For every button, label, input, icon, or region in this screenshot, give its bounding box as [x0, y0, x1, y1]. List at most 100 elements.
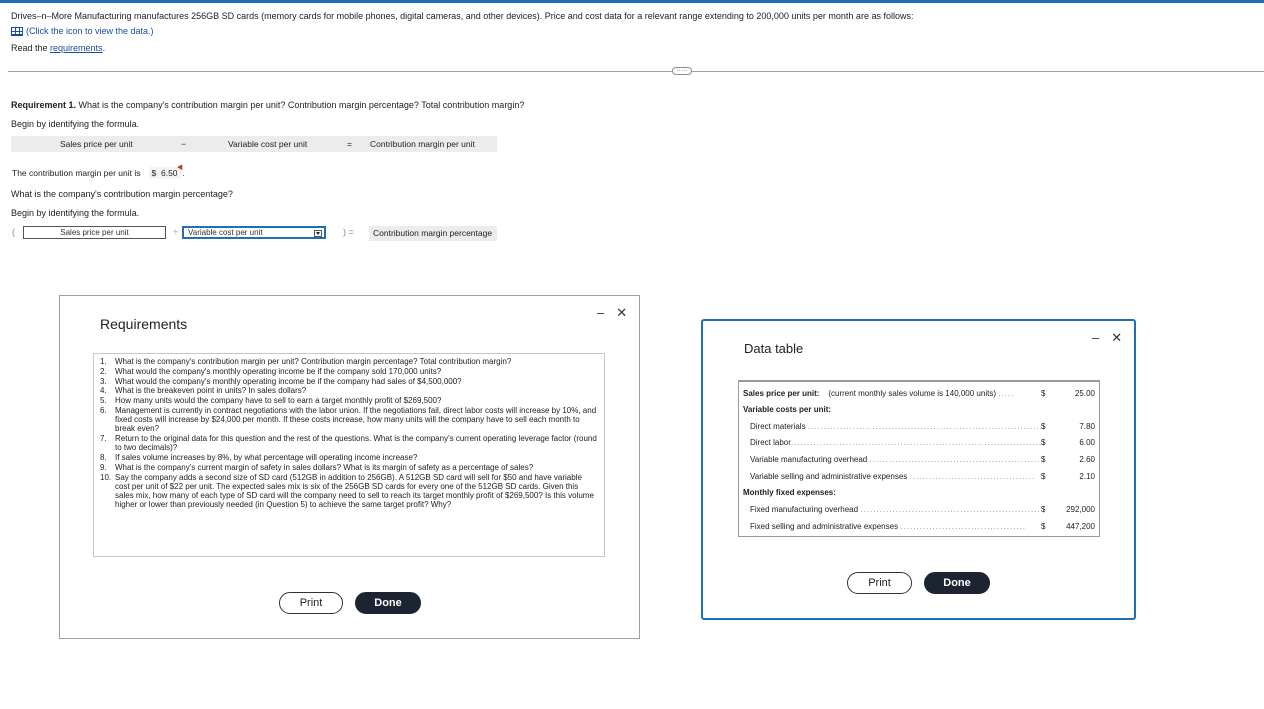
row-currency: $ [1041, 438, 1046, 447]
row-value: 447,200 [1066, 522, 1095, 531]
formula-1-term1: Sales price per unit [60, 139, 133, 149]
data-table-dialog: Data table – ✕ Sales price per unit: (cu… [701, 319, 1136, 620]
direct-labor-label: Direct labor [750, 438, 791, 447]
data-link[interactable]: (Click the icon to view the data.) [11, 26, 154, 36]
item-number: 2. [100, 366, 107, 376]
formula-2: ( Sales price per unit ÷ Variable cost p… [8, 226, 497, 241]
table-row: Variable costs per unit: [743, 404, 1095, 416]
table-row: Fixed manufacturing overhead ...........… [743, 504, 1095, 516]
table-row: Variable manufacturing overhead ........… [743, 454, 1095, 466]
table-row: Variable selling and administrative expe… [743, 471, 1095, 483]
data-done-button[interactable]: Done [924, 572, 990, 594]
item-text: Management is currently in contract nego… [115, 405, 597, 434]
row-label: Direct labor............................… [750, 438, 1041, 447]
table-row: Fixed selling and administrative expense… [743, 521, 1095, 533]
item-number: 10. [100, 472, 112, 482]
requirements-list: 1. What is the company's contribution mar… [100, 357, 598, 510]
row-value: 7.80 [1079, 422, 1095, 431]
sales-price-label: Sales price per unit: [743, 389, 820, 398]
item-text: What is the company's current margin of … [115, 462, 534, 472]
row-label: Variable selling and administrative expe… [750, 472, 1036, 481]
minimize-icon[interactable]: – [1092, 330, 1099, 346]
fixed-sga-label: Fixed selling and administrative expense… [750, 522, 899, 531]
list-item: 7. Return to the original data for this q… [100, 434, 598, 452]
formula-2-open-paren: ( [12, 227, 15, 237]
list-item: 4. What is the breakeven point in units? … [100, 386, 598, 395]
row-value: 25.00 [1074, 389, 1095, 398]
cm-answer-value: 6.50 [160, 168, 178, 178]
formula-1-equals: = [347, 139, 352, 149]
row-label: Variable manufacturing overhead ........… [750, 455, 1041, 464]
section-divider [8, 71, 1264, 72]
row-currency: $ [1041, 472, 1046, 481]
top-accent-bar [0, 0, 1264, 3]
requirements-list-box: 1. What is the company's contribution mar… [93, 353, 605, 557]
item-number: 3. [100, 376, 107, 386]
requirements-window-controls: – ✕ [597, 305, 627, 321]
item-number: 6. [100, 405, 107, 415]
requirements-dialog-title: Requirements [100, 316, 188, 332]
formula-2-divide: ÷ [173, 227, 178, 237]
requirements-done-button[interactable]: Done [355, 592, 421, 614]
close-icon[interactable]: ✕ [1111, 330, 1122, 346]
item-text: If sales volume increases by 8%, by what… [115, 453, 418, 463]
formula-2-result: Contribution margin percentage [369, 226, 497, 241]
requirement-1-heading: Requirement 1. What is the company's con… [11, 100, 524, 110]
table-row: Direct labor............................… [743, 437, 1095, 449]
row-label: Sales price per unit: (current monthly s… [743, 389, 1015, 398]
data-table-dialog-title: Data table [744, 341, 804, 356]
expand-button[interactable]: ····· [672, 67, 692, 75]
item-number: 5. [100, 396, 107, 406]
row-label: Fixed manufacturing overhead ...........… [750, 505, 1041, 514]
question-2-text: What is the company's contribution margi… [11, 189, 233, 199]
item-text: What would the company's monthly operati… [115, 366, 442, 376]
formula-2-term1-select[interactable]: Sales price per unit [23, 226, 166, 239]
row-value: 2.10 [1079, 472, 1095, 481]
row-currency: $ [1041, 455, 1046, 464]
data-window-controls: – ✕ [1092, 330, 1122, 346]
list-item: 2. What would the company's monthly opera… [100, 367, 598, 376]
item-number: 1. [100, 357, 107, 366]
direct-materials-label: Direct materials [750, 422, 806, 431]
table-grid-icon[interactable] [11, 26, 23, 36]
requirements-dialog: Requirements – ✕ 1. What is the company's… [59, 295, 640, 639]
cm-answer-currency: $ [151, 168, 157, 178]
formula-2-term2-select[interactable]: Variable cost per unit [182, 226, 326, 239]
item-text: What is the company's contribution margi… [115, 357, 512, 366]
begin-formula-text-1: Begin by identifying the formula. [11, 119, 140, 129]
list-item: 10. Say the company adds a second size of… [100, 473, 598, 510]
row-currency: $ [1041, 505, 1046, 514]
chevron-down-icon[interactable] [314, 230, 322, 237]
formula-1-result: Contribution margin per unit [370, 139, 475, 149]
formula-2-close-eq: ) = [343, 227, 354, 237]
row-label: Direct materials .......................… [750, 422, 1041, 431]
formula-2-term2-value: Variable cost per unit [188, 228, 263, 237]
item-text: Say the company adds a second size of SD… [115, 472, 594, 510]
item-number: 7. [100, 434, 107, 444]
cm-answer-suffix: . [182, 168, 185, 178]
cm-answer-box[interactable]: $ 6.50 [148, 162, 185, 179]
fixed-expenses-header: Monthly fixed expenses: [743, 488, 836, 497]
list-item: 1. What is the company's contribution mar… [100, 357, 598, 366]
item-text: What would the company's monthly operati… [115, 376, 462, 386]
requirements-print-button[interactable]: Print [279, 592, 343, 614]
row-currency: $ [1041, 389, 1046, 398]
item-number: 9. [100, 462, 107, 472]
item-text: What is the breakeven point in units? In… [115, 386, 307, 396]
requirements-link[interactable]: requirements [50, 43, 103, 53]
variable-costs-header: Variable costs per unit: [743, 405, 832, 414]
row-value: 6.00 [1079, 438, 1095, 447]
list-item: 6. Management is currently in contract ne… [100, 406, 598, 434]
item-number: 8. [100, 453, 107, 463]
data-link-text[interactable]: (Click the icon to view the data.) [26, 26, 154, 36]
minimize-icon[interactable]: – [597, 305, 604, 321]
close-icon[interactable]: ✕ [616, 305, 627, 321]
table-row: Direct materials .......................… [743, 421, 1095, 433]
row-value: 292,000 [1066, 505, 1095, 514]
item-text: How many units would the company have to… [115, 396, 442, 406]
data-print-button[interactable]: Print [847, 572, 912, 594]
row-currency: $ [1041, 522, 1046, 531]
var-mfg-oh-label: Variable manufacturing overhead [750, 455, 868, 464]
cm-answer-label: The contribution margin per unit is [12, 168, 141, 178]
row-value: 2.60 [1079, 455, 1095, 464]
